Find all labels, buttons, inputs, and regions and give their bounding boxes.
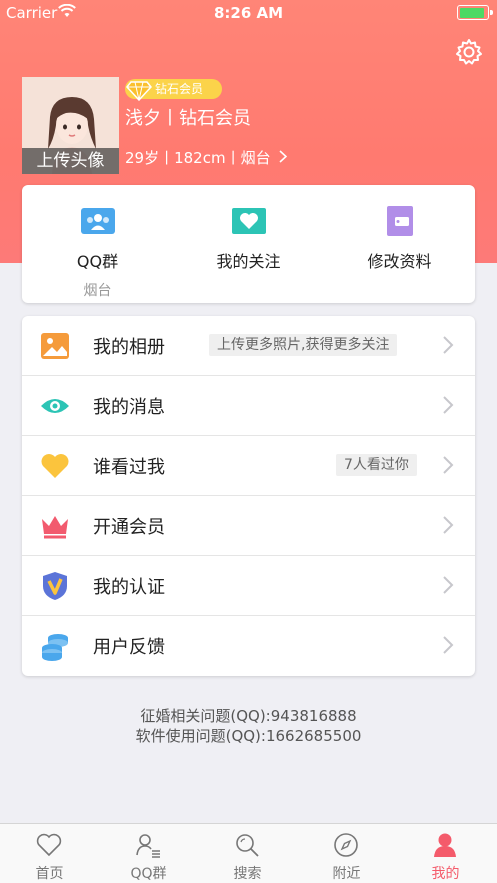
clock: 8:26 AM [213, 4, 284, 22]
menu-item-label: 我的认证 [93, 577, 165, 598]
contact-marriage-qq: 征婚相关问题(QQ):943816888 [140, 707, 357, 725]
heart-icon [41, 454, 69, 478]
quick-action-edit-profile[interactable]: 修改资料 [324, 185, 475, 303]
tab-nearby[interactable]: 附近 [297, 824, 396, 883]
quick-action-label: 修改资料 [367, 252, 432, 271]
heart-icon [232, 208, 266, 234]
menu-item-messages[interactable]: 我的消息 [22, 376, 475, 436]
vip-badge: 钻石会员 [125, 79, 222, 102]
menu-item-visitors[interactable]: 谁看过我 7人看过你 [22, 436, 475, 496]
nickname: 浅夕丨钻石会员 [125, 108, 251, 129]
chevron-right-icon [443, 456, 454, 474]
user-icon [434, 833, 456, 857]
menu-item-membership[interactable]: 开通会员 [22, 496, 475, 556]
menu-item-label: 我的消息 [93, 397, 165, 418]
verify-shield-icon [43, 572, 67, 600]
chevron-right-icon [443, 516, 454, 534]
tab-me[interactable]: 我的 [396, 824, 495, 883]
tab-label: 我的 [431, 866, 460, 882]
tab-qq-group[interactable]: QQ群 [99, 824, 198, 883]
heart-outline-icon [36, 833, 62, 857]
battery-icon [457, 5, 493, 20]
quick-action-follows[interactable]: 我的关注 [173, 185, 324, 303]
diamond-icon [126, 81, 152, 102]
coins-icon [42, 634, 68, 661]
quick-actions-card: QQ群 烟台 我的关注 修改资料 [22, 185, 475, 303]
group-list-icon [136, 834, 160, 858]
status-bar: Carrier 8:26 AM [0, 0, 497, 26]
photo-icon [41, 333, 69, 359]
tab-label: 首页 [35, 866, 64, 882]
chevron-right-icon [443, 636, 454, 654]
avatar[interactable]: 上传头像 [22, 77, 119, 174]
menu-item-album[interactable]: 我的相册 上传更多照片,获得更多关注 [22, 316, 475, 376]
menu-item-tag: 7人看过你 [336, 454, 417, 476]
tab-bar: 首页 QQ群 搜索 附近 我的 [0, 823, 497, 883]
quick-action-label: 我的关注 [216, 252, 281, 271]
group-icon [81, 208, 115, 234]
menu-item-label: 用户反馈 [93, 637, 165, 658]
gear-icon[interactable] [454, 37, 484, 67]
search-icon [236, 834, 259, 857]
vip-badge-label: 钻石会员 [155, 82, 204, 96]
crown-icon [42, 516, 68, 539]
menu-item-label: 谁看过我 [93, 457, 165, 478]
profile-info-link[interactable]: 29岁丨182cm丨烟台 [125, 147, 288, 168]
menu-item-verification[interactable]: 我的认证 [22, 556, 475, 616]
menu-item-label: 开通会员 [93, 517, 165, 538]
tab-label: 附近 [332, 866, 361, 882]
tab-home[interactable]: 首页 [0, 824, 99, 883]
chevron-right-icon [443, 336, 454, 354]
tab-label: 搜索 [233, 866, 262, 882]
wallet-icon [387, 206, 413, 236]
tab-label: QQ群 [130, 866, 167, 882]
eye-icon [41, 399, 69, 413]
chevron-right-icon [443, 396, 454, 414]
contact-software-qq: 软件使用问题(QQ):1662685500 [135, 727, 362, 745]
menu-item-tag: 上传更多照片,获得更多关注 [209, 334, 398, 356]
quick-action-sub: 烟台 [83, 283, 112, 299]
upload-avatar-label[interactable]: 上传头像 [22, 148, 119, 174]
menu-item-feedback[interactable]: 用户反馈 [22, 616, 475, 676]
chevron-right-icon [443, 576, 454, 594]
tab-search[interactable]: 搜索 [198, 824, 297, 883]
quick-action-qq-group[interactable]: QQ群 烟台 [22, 185, 173, 303]
menu-item-label: 我的相册 [93, 337, 165, 358]
quick-action-label: QQ群 [76, 252, 119, 271]
compass-icon [334, 833, 358, 857]
menu-list: 我的相册 上传更多照片,获得更多关注 我的消息 谁看过我 7人看过你 开通会员 [22, 316, 475, 676]
chevron-right-icon [279, 150, 288, 163]
profile-info-text: 29岁丨182cm丨烟台 [125, 149, 271, 167]
